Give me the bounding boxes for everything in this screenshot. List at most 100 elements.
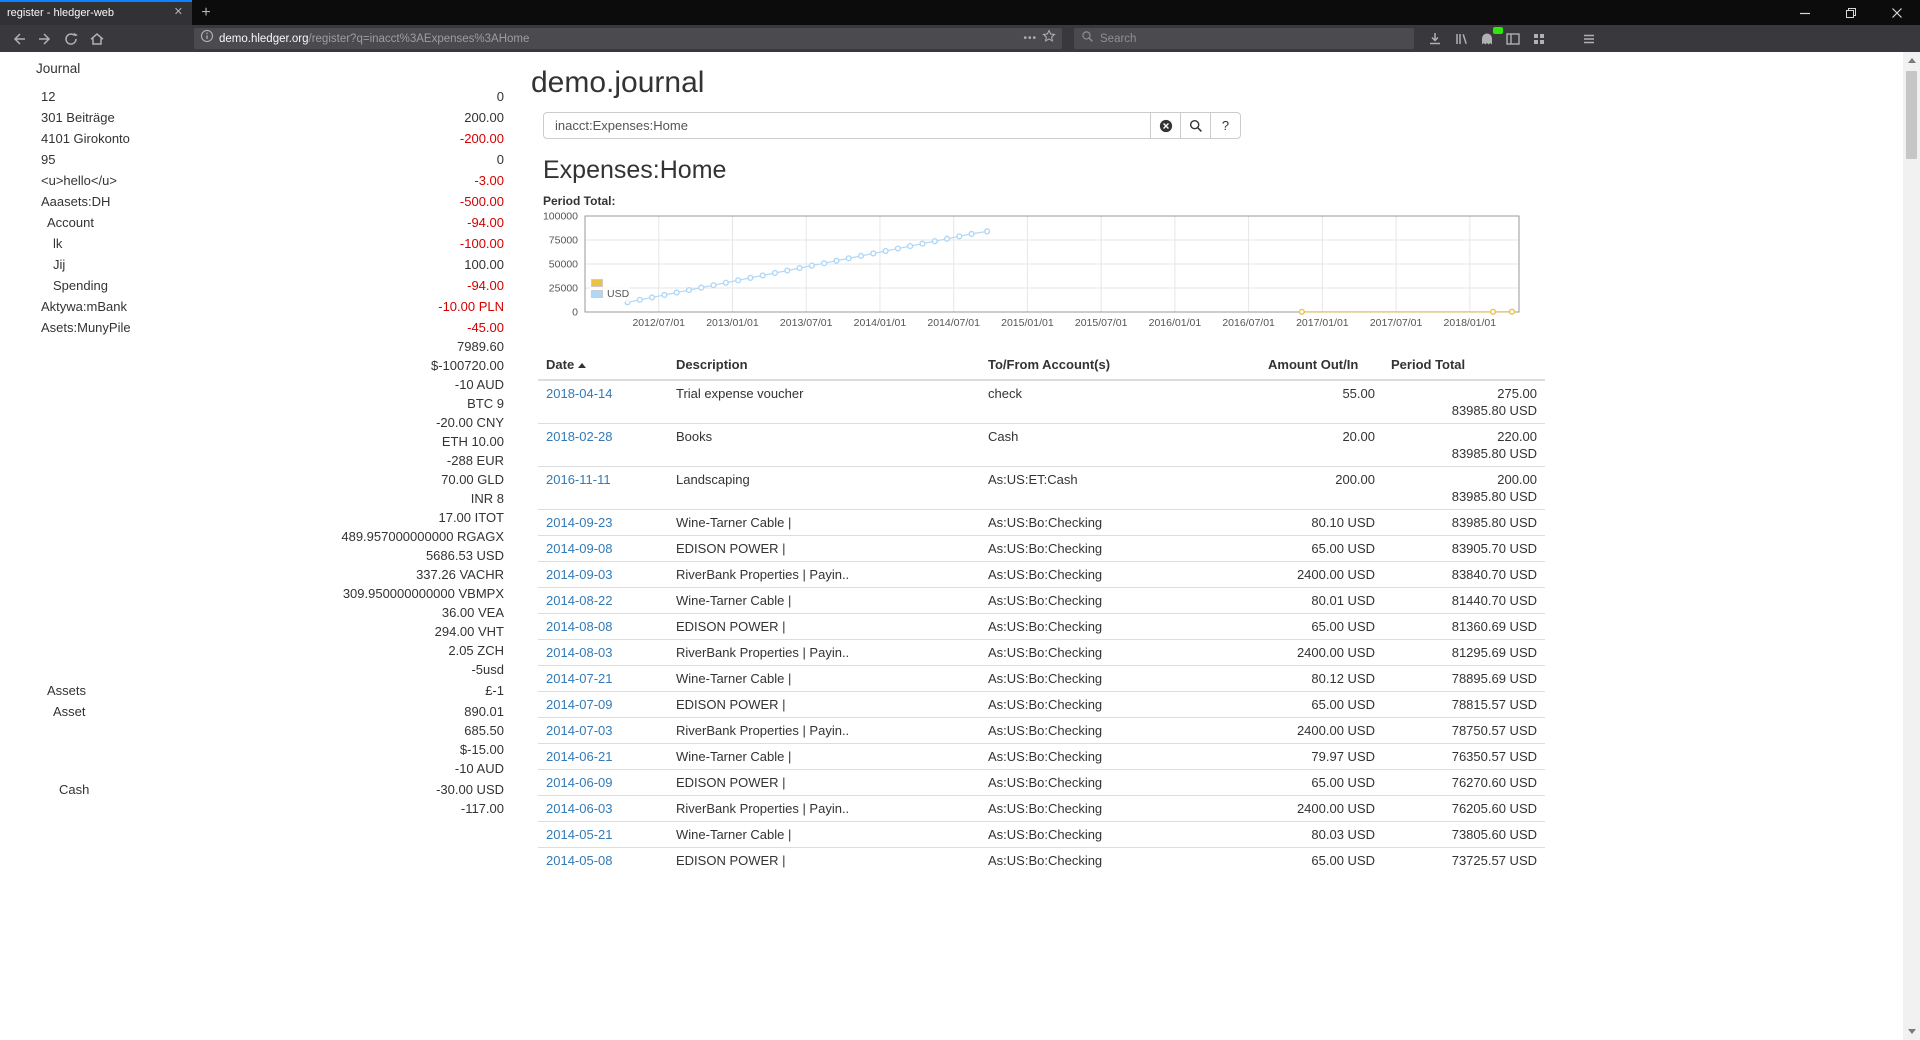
library-icon[interactable] <box>1448 28 1474 50</box>
transaction-date-link[interactable]: 2014-07-03 <box>546 723 613 738</box>
account-balances: -3.00 <box>474 171 504 190</box>
transaction-date-link[interactable]: 2014-07-09 <box>546 697 613 712</box>
new-tab-button[interactable]: + <box>192 0 220 25</box>
clear-query-button[interactable] <box>1150 112 1181 139</box>
account-link[interactable]: 12 <box>25 87 55 106</box>
table-row[interactable]: 2014-08-03RiverBank Properties | Payin..… <box>538 640 1545 666</box>
transaction-description: Wine-Tarner Cable | <box>668 510 980 536</box>
account-link[interactable]: 4101 Girokonto <box>25 129 130 148</box>
transaction-date-link[interactable]: 2016-11-11 <box>546 472 611 487</box>
period-total-cell: 200.0083985.80 USD <box>1383 467 1545 510</box>
account-link[interactable]: lk <box>37 234 62 253</box>
vertical-scrollbar[interactable] <box>1903 52 1920 1040</box>
transaction-date-link[interactable]: 2018-02-28 <box>546 429 613 444</box>
transaction-date-link[interactable]: 2014-08-03 <box>546 645 613 660</box>
transaction-date-link[interactable]: 2014-05-21 <box>546 827 613 842</box>
account-balance: 337.26 VACHR <box>341 565 504 584</box>
browser-search-bar[interactable]: Search <box>1074 28 1414 49</box>
browser-titlebar: register - hledger-web ✕ + <box>0 0 1920 25</box>
account-link[interactable]: Assets <box>31 681 86 700</box>
account-link[interactable]: Asset <box>37 702 86 721</box>
table-row[interactable]: 2014-05-21Wine-Tarner Cable |As:US:Bo:Ch… <box>538 822 1545 848</box>
period-total-cell: 78895.69 USD <box>1383 666 1545 692</box>
extension-ghost-icon[interactable] <box>1474 28 1500 50</box>
transaction-date-link[interactable]: 2014-09-08 <box>546 541 613 556</box>
browser-tab[interactable]: register - hledger-web ✕ <box>0 0 192 25</box>
menu-icon[interactable] <box>1576 28 1602 50</box>
tab-close-icon[interactable]: ✕ <box>172 5 185 20</box>
transaction-date-link[interactable]: 2014-05-08 <box>546 853 613 868</box>
table-row[interactable]: 2014-05-08EDISON POWER |As:US:Bo:Checkin… <box>538 848 1545 874</box>
column-header-description[interactable]: Description <box>668 350 980 380</box>
account-link[interactable]: Asets:MunyPile <box>25 318 131 337</box>
table-row[interactable]: 2018-04-14Trial expense vouchercheck55.0… <box>538 380 1545 424</box>
transaction-date-link[interactable]: 2014-06-09 <box>546 775 613 790</box>
table-row[interactable]: 2014-06-03RiverBank Properties | Payin..… <box>538 796 1545 822</box>
table-row[interactable]: 2018-02-28BooksCash20.00220.0083985.80 U… <box>538 424 1545 467</box>
forward-icon[interactable] <box>32 28 58 50</box>
account-link[interactable]: Aaasets:DH <box>25 192 110 211</box>
sidebar-toggle-icon[interactable] <box>1500 28 1526 50</box>
account-link[interactable]: Jij <box>37 255 65 274</box>
table-row[interactable]: 2014-07-03RiverBank Properties | Payin..… <box>538 718 1545 744</box>
column-header-period-total[interactable]: Period Total <box>1383 350 1545 380</box>
transaction-amount: 2400.00 USD <box>1260 562 1383 588</box>
account-link[interactable]: <u>hello</u> <box>25 171 117 190</box>
account-link[interactable]: Account <box>31 213 94 232</box>
home-icon[interactable] <box>84 28 110 50</box>
help-button[interactable]: ? <box>1210 112 1241 139</box>
page-actions-icon[interactable]: ••• <box>1023 33 1037 44</box>
minimize-button[interactable] <box>1782 0 1828 25</box>
account-link[interactable]: 95 <box>25 150 55 169</box>
scrollbar-thumb[interactable] <box>1906 71 1917 159</box>
transaction-date-link[interactable]: 2014-06-03 <box>546 801 613 816</box>
account-balance: -94.00 <box>467 213 504 232</box>
table-row[interactable]: 2014-07-21Wine-Tarner Cable |As:US:Bo:Ch… <box>538 666 1545 692</box>
back-icon[interactable] <box>6 28 32 50</box>
table-row[interactable]: 2014-08-22Wine-Tarner Cable |As:US:Bo:Ch… <box>538 588 1545 614</box>
account-link[interactable]: Aktywa:mBank <box>25 297 127 316</box>
sidebar-journal-link[interactable]: Journal <box>20 58 504 79</box>
account-balance: 890.01 <box>455 702 504 721</box>
transaction-date-link[interactable]: 2014-09-23 <box>546 515 613 530</box>
table-row[interactable]: 2014-07-09EDISON POWER |As:US:Bo:Checkin… <box>538 692 1545 718</box>
transaction-date-link[interactable]: 2014-06-21 <box>546 749 613 764</box>
account-link[interactable]: Spending <box>37 276 108 295</box>
search-icon <box>1081 30 1094 48</box>
column-header-account[interactable]: To/From Account(s) <box>980 350 1260 380</box>
bookmark-star-icon[interactable] <box>1042 29 1056 48</box>
transaction-description: EDISON POWER | <box>668 614 980 640</box>
column-header-amount[interactable]: Amount Out/In <box>1260 350 1383 380</box>
transaction-date-link[interactable]: 2014-08-22 <box>546 593 613 608</box>
table-row[interactable]: 2014-06-09EDISON POWER |As:US:Bo:Checkin… <box>538 770 1545 796</box>
table-row[interactable]: 2014-09-08EDISON POWER |As:US:Bo:Checkin… <box>538 536 1545 562</box>
restore-button[interactable] <box>1828 0 1874 25</box>
account-balances: 100.00 <box>464 255 504 274</box>
transaction-date-link[interactable]: 2018-04-14 <box>546 386 613 401</box>
reload-icon[interactable] <box>58 28 84 50</box>
table-row[interactable]: 2014-09-23Wine-Tarner Cable |As:US:Bo:Ch… <box>538 510 1545 536</box>
svg-text:2015/07/01: 2015/07/01 <box>1075 317 1128 329</box>
table-row[interactable]: 2016-11-11LandscapingAs:US:ET:Cash200.00… <box>538 467 1545 510</box>
period-total-cell: 76205.60 USD <box>1383 796 1545 822</box>
scroll-up-arrow[interactable] <box>1908 58 1916 63</box>
transaction-date-link[interactable]: 2014-07-21 <box>546 671 613 686</box>
apps-grid-icon[interactable] <box>1526 28 1552 50</box>
table-row[interactable]: 2014-08-08EDISON POWER |As:US:Bo:Checkin… <box>538 614 1545 640</box>
table-row[interactable]: 2014-09-03RiverBank Properties | Payin..… <box>538 562 1545 588</box>
account-link[interactable]: 301 Beiträge <box>25 108 115 127</box>
site-info-icon[interactable] <box>200 29 214 48</box>
column-header-date[interactable]: Date <box>538 350 668 380</box>
account-balance: 0 <box>497 87 504 106</box>
search-submit-button[interactable] <box>1180 112 1211 139</box>
download-icon[interactable] <box>1422 28 1448 50</box>
account-link[interactable]: Cash <box>43 780 89 799</box>
transaction-date-link[interactable]: 2014-09-03 <box>546 567 613 582</box>
close-button[interactable] <box>1874 0 1920 25</box>
url-bar[interactable]: demo.hledger.org/register?q=inacct%3AExp… <box>194 28 1062 49</box>
scroll-down-arrow[interactable] <box>1908 1029 1916 1034</box>
tab-title: register - hledger-web <box>7 7 166 19</box>
table-row[interactable]: 2014-06-21Wine-Tarner Cable |As:US:Bo:Ch… <box>538 744 1545 770</box>
query-input[interactable] <box>543 112 1151 139</box>
transaction-date-link[interactable]: 2014-08-08 <box>546 619 613 634</box>
